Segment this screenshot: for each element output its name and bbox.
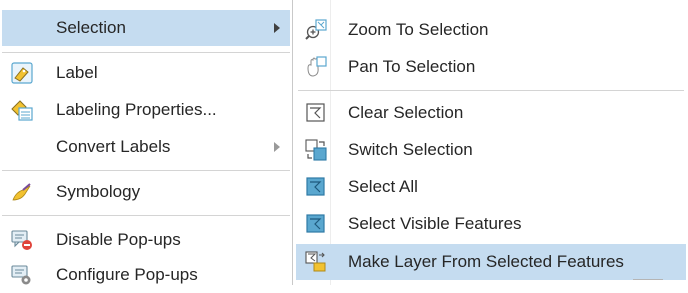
select-all-icon bbox=[305, 176, 327, 198]
menu-item-label-text: Pan To Selection bbox=[348, 57, 476, 76]
menu-item-label-text: Configure Pop-ups bbox=[56, 265, 198, 284]
menu-item-switch-selection[interactable]: Switch Selection bbox=[296, 132, 686, 168]
menu-item-selection[interactable]: Selection bbox=[2, 10, 290, 46]
make-layer-from-selected-features-icon bbox=[305, 251, 327, 273]
menu-item-label-text: Labeling Properties... bbox=[56, 100, 217, 119]
context-menu: Selection Label Labeling Properties... C… bbox=[0, 0, 293, 285]
menu-item-disable-popups[interactable]: Disable Pop-ups bbox=[2, 222, 290, 258]
menu-item-labeling-properties[interactable]: Labeling Properties... bbox=[2, 92, 290, 128]
select-visible-features-icon bbox=[305, 213, 327, 235]
labeling-properties-icon bbox=[11, 99, 33, 121]
menu-item-label-text: Clear Selection bbox=[348, 103, 464, 122]
menu-item-convert-labels[interactable]: Convert Labels bbox=[2, 129, 290, 165]
menu-item-label-text: Make Layer From Selected Features bbox=[348, 252, 624, 271]
separator bbox=[2, 170, 290, 171]
menu-item-label[interactable]: Label bbox=[2, 55, 290, 91]
menu-item-label-text: Convert Labels bbox=[56, 137, 171, 156]
label-icon bbox=[11, 62, 33, 84]
menu-item-zoom-to-selection[interactable]: Zoom To Selection bbox=[296, 12, 686, 48]
menu-item-configure-popups[interactable]: Configure Pop-ups bbox=[2, 257, 290, 293]
menu-item-label-text: Zoom To Selection bbox=[348, 20, 489, 39]
separator bbox=[2, 215, 290, 216]
configure-popups-icon bbox=[11, 264, 33, 286]
menu-item-make-layer-from-selected-features[interactable]: Make Layer From Selected Features bbox=[296, 244, 686, 280]
zoom-to-selection-icon bbox=[305, 19, 327, 41]
menu-item-clear-selection[interactable]: Clear Selection bbox=[296, 95, 686, 131]
menu-item-label-text: Select All bbox=[348, 177, 418, 196]
pan-to-selection-icon bbox=[305, 56, 327, 78]
menu-item-select-all[interactable]: Select All bbox=[296, 169, 686, 205]
menu-item-label-text: Switch Selection bbox=[348, 140, 473, 159]
menu-item-select-visible-features[interactable]: Select Visible Features bbox=[296, 206, 686, 242]
menu-item-label-text: Select Visible Features bbox=[348, 214, 522, 233]
disable-popups-icon bbox=[11, 229, 33, 251]
clear-selection-icon bbox=[305, 102, 327, 124]
menu-item-pan-to-selection[interactable]: Pan To Selection bbox=[296, 49, 686, 85]
submenu-arrow-icon bbox=[274, 142, 280, 152]
separator bbox=[298, 90, 684, 91]
menu-item-label: Selection bbox=[56, 18, 126, 37]
submenu-arrow-icon bbox=[274, 23, 280, 33]
separator bbox=[2, 52, 290, 53]
selection-submenu: Zoom To Selection Pan To Selection Clear… bbox=[294, 0, 688, 285]
menu-item-label-text: Label bbox=[56, 63, 98, 82]
menu-item-label-text: Disable Pop-ups bbox=[56, 230, 181, 249]
switch-selection-icon bbox=[305, 139, 327, 161]
menu-item-label-text: Symbology bbox=[56, 182, 141, 201]
menu-item-symbology[interactable]: Symbology bbox=[2, 174, 290, 210]
symbology-icon bbox=[11, 181, 33, 203]
